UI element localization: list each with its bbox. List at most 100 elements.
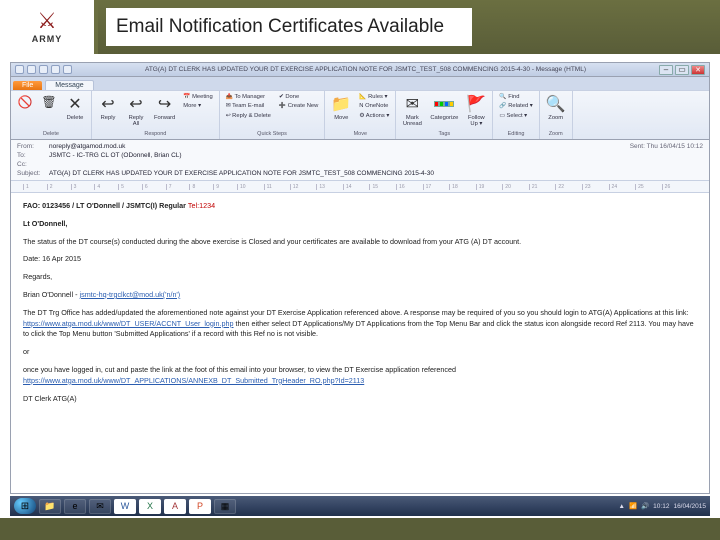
army-badge: ⚔ ARMY (0, 0, 98, 54)
army-crest-icon: ⚔ (37, 10, 57, 32)
taskbar-ie-icon[interactable]: e (64, 499, 86, 514)
close-button[interactable]: ✕ (691, 65, 705, 75)
from-label: From: (17, 143, 43, 150)
more-respond-button[interactable]: More ▾ (181, 102, 214, 110)
taskbar-outlook-icon[interactable]: ✉ (89, 499, 111, 514)
done-button[interactable]: ✔ Done (277, 93, 320, 101)
group-label: Tags (400, 131, 488, 137)
slide-title-bar: Email Notification Certificates Availabl… (98, 0, 720, 54)
taskbar-access-icon[interactable]: A (164, 499, 186, 514)
slide-title: Email Notification Certificates Availabl… (116, 16, 444, 38)
zoom-icon: 🔍 (546, 94, 566, 114)
group-label: Editing (497, 131, 534, 137)
qat-prev-icon[interactable] (51, 65, 60, 74)
categorize-button[interactable]: Categorize (428, 93, 460, 122)
ribbon-tabs: File Message (11, 77, 709, 90)
tray-flag-icon[interactable]: ▲ (619, 503, 625, 510)
group-label: Zoom (544, 131, 568, 137)
subject-value: ATG(A) DT CLERK HAS UPDATED YOUR DT EXER… (49, 170, 434, 177)
to-manager-button[interactable]: 📤 To Manager (224, 93, 273, 101)
forward-button[interactable]: ↪Forward (152, 93, 177, 122)
quick-access-toolbar (15, 65, 72, 74)
sent-value: Thu 16/04/15 10:12 (647, 143, 703, 150)
tray-date[interactable]: 16/04/2015 (673, 503, 706, 510)
junk-icon: 🗑 (41, 94, 57, 110)
ignore-button[interactable]: 🚫 (15, 93, 35, 111)
date-line: Date: 16 Apr 2015 (23, 254, 697, 265)
tray-clock[interactable]: 10:12 (653, 503, 669, 510)
start-button[interactable]: ⊞ (14, 498, 36, 514)
clerk-signature: DT Clerk ATG(A) (23, 394, 697, 405)
message-headers: From:noreply@atgamod.mod.ukSent: Thu 16/… (11, 140, 709, 181)
delete-icon: ✕ (65, 94, 85, 114)
windows-taskbar: ⊞ 📁 e ✉ W X A P ▦ ▲ 📶 🔊 10:12 16/04/2015 (10, 496, 710, 516)
taskbar-app-icon[interactable]: ▦ (214, 499, 236, 514)
regards: Regards, (23, 272, 697, 283)
ribbon-group-editing: 🔍 Find 🔗 Related ▾ ▭ Select ▾ Editing (493, 91, 539, 139)
tray-network-icon[interactable]: 📶 (629, 502, 637, 510)
file-tab[interactable]: File (13, 81, 42, 90)
followup-button[interactable]: 🚩Follow Up ▾ (464, 93, 488, 129)
window-title: ATG(A) DT CLERK HAS UPDATED YOUR DT EXER… (72, 66, 659, 73)
minimize-button[interactable]: – (659, 65, 673, 75)
salutation: Lt O'Donnell, (23, 219, 67, 228)
slide-footer-bar (0, 518, 720, 540)
team-email-button[interactable]: ✉ Team E-mail (224, 102, 273, 110)
reply-delete-button[interactable]: ↩ Reply & Delete (224, 112, 273, 120)
slide-header: ⚔ ARMY Email Notification Certificates A… (0, 0, 720, 54)
login-link[interactable]: https://www.atga.mod.uk/www/DT_USER/ACCN… (23, 319, 234, 328)
guidance-para-2: once you have logged in, cut and paste t… (23, 365, 456, 374)
forward-icon: ↪ (155, 94, 175, 114)
qat-save-icon[interactable] (15, 65, 24, 74)
qat-undo-icon[interactable] (27, 65, 36, 74)
onenote-button[interactable]: N OneNote (357, 102, 391, 110)
maximize-button[interactable]: ▭ (675, 65, 689, 75)
select-button[interactable]: ▭ Select ▾ (497, 112, 534, 120)
reply-all-button[interactable]: ↩Reply All (124, 93, 148, 129)
reply-all-icon: ↩ (126, 94, 146, 114)
status-line: The status of the DT course(s) conducted… (23, 237, 697, 248)
reply-icon: ↩ (98, 94, 118, 114)
delete-button[interactable]: ✕Delete (63, 93, 87, 122)
ignore-icon: 🚫 (17, 94, 33, 110)
taskbar-word-icon[interactable]: W (114, 499, 136, 514)
group-label: Move (329, 131, 391, 137)
signer-email-link[interactable]: jsmtc-hq-trgclkct@mod.uk('n/n') (80, 290, 181, 299)
related-button[interactable]: 🔗 Related ▾ (497, 102, 534, 110)
ribbon-group-delete: 🚫 🗑 ✕Delete Delete (11, 91, 92, 139)
ribbon-group-respond: ↩Reply ↩Reply All ↪Forward 📅 Meeting Mor… (92, 91, 220, 139)
taskbar-powerpoint-icon[interactable]: P (189, 499, 211, 514)
message-tab[interactable]: Message (45, 80, 93, 90)
group-label: Quick Steps (224, 131, 321, 137)
army-badge-text: ARMY (32, 34, 63, 44)
signer-name: Brian O'Donnell - (23, 290, 80, 299)
move-icon: 📁 (331, 94, 351, 114)
actions-button[interactable]: ⚙ Actions ▾ (357, 112, 391, 120)
system-tray[interactable]: ▲ 📶 🔊 10:12 16/04/2015 (619, 502, 706, 510)
junk-button[interactable]: 🗑 (39, 93, 59, 111)
categorize-icon (434, 94, 454, 114)
ribbon-group-quicksteps: 📤 To Manager ✉ Team E-mail ↩ Reply & Del… (220, 91, 326, 139)
tray-volume-icon[interactable]: 🔊 (641, 502, 649, 510)
or-line: or (23, 347, 697, 358)
taskbar-excel-icon[interactable]: X (139, 499, 161, 514)
rules-button[interactable]: 📐 Rules ▾ (357, 93, 391, 101)
move-button[interactable]: 📁Move (329, 93, 353, 122)
fao-line: FAO: 0123456 / LT O'Donnell / JSMTC(I) R… (23, 201, 188, 210)
message-body: FAO: 0123456 / LT O'Donnell / JSMTC(I) R… (11, 193, 709, 493)
qat-redo-icon[interactable] (39, 65, 48, 74)
flag-icon: 🚩 (466, 94, 486, 114)
create-new-button[interactable]: ➕ Create New (277, 102, 320, 110)
cc-label: Cc: (17, 161, 43, 168)
qat-next-icon[interactable] (63, 65, 72, 74)
ruler: 1234567891011121314151617181920212223242… (11, 181, 709, 193)
reply-button[interactable]: ↩Reply (96, 93, 120, 122)
taskbar-explorer-icon[interactable]: 📁 (39, 499, 61, 514)
application-link[interactable]: https://www.atga.mod.uk/www/DT_APPLICATI… (23, 376, 364, 385)
fao-tel: Tel:1234 (188, 201, 215, 210)
find-button[interactable]: 🔍 Find (497, 93, 534, 101)
ribbon-group-tags: ✉Mark Unread Categorize 🚩Follow Up ▾ Tag… (396, 91, 493, 139)
meeting-button[interactable]: 📅 Meeting (181, 93, 214, 101)
zoom-button[interactable]: 🔍Zoom (544, 93, 568, 122)
mark-unread-button[interactable]: ✉Mark Unread (400, 93, 424, 129)
